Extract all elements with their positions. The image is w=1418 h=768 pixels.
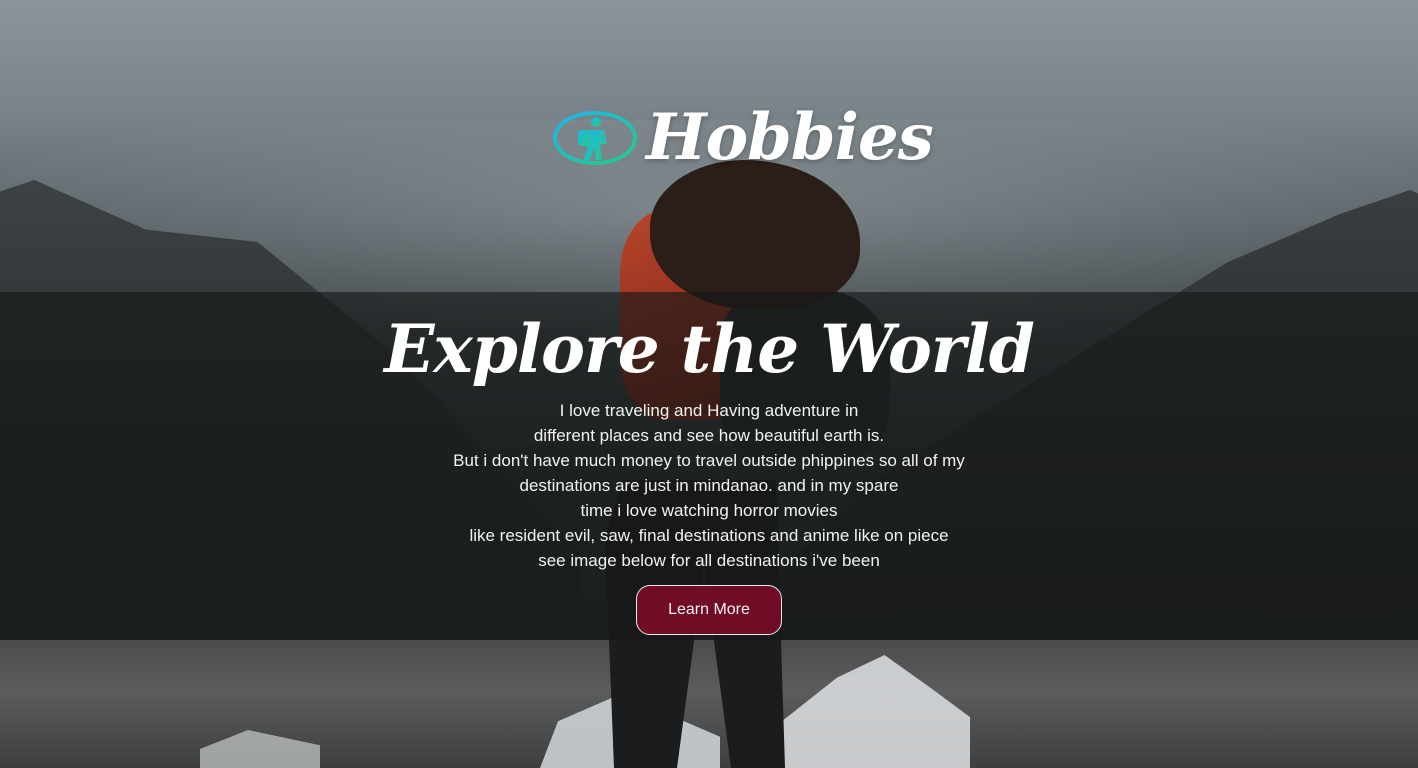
- hero-description-line: different places and see how beautiful e…: [533, 426, 885, 445]
- hero-section: Hobbies Explore the World I love traveli…: [0, 0, 1418, 768]
- hero-description-line: like resident evil, saw, final destinati…: [469, 526, 949, 545]
- learn-more-button[interactable]: Learn More: [636, 585, 782, 635]
- hero-description-line: I love traveling and Having adventure in: [559, 401, 859, 420]
- hero-description-line: But i don't have much money to travel ou…: [453, 451, 965, 470]
- hero-description: I love traveling and Having adventure in…: [0, 398, 1418, 573]
- hero-headline: Explore the World: [384, 310, 1035, 388]
- brand-name: Hobbies: [646, 100, 934, 175]
- hero-description-line: see image below for all destinations i'v…: [538, 551, 880, 570]
- hiker-badge-icon: [552, 110, 638, 166]
- hero-description-line: time i love watching horror movies: [580, 501, 838, 520]
- hero-content: Explore the World I love traveling and H…: [0, 292, 1418, 640]
- hero-description-line: destinations are just in mindanao. and i…: [519, 476, 899, 495]
- site-logo[interactable]: Hobbies: [552, 100, 934, 175]
